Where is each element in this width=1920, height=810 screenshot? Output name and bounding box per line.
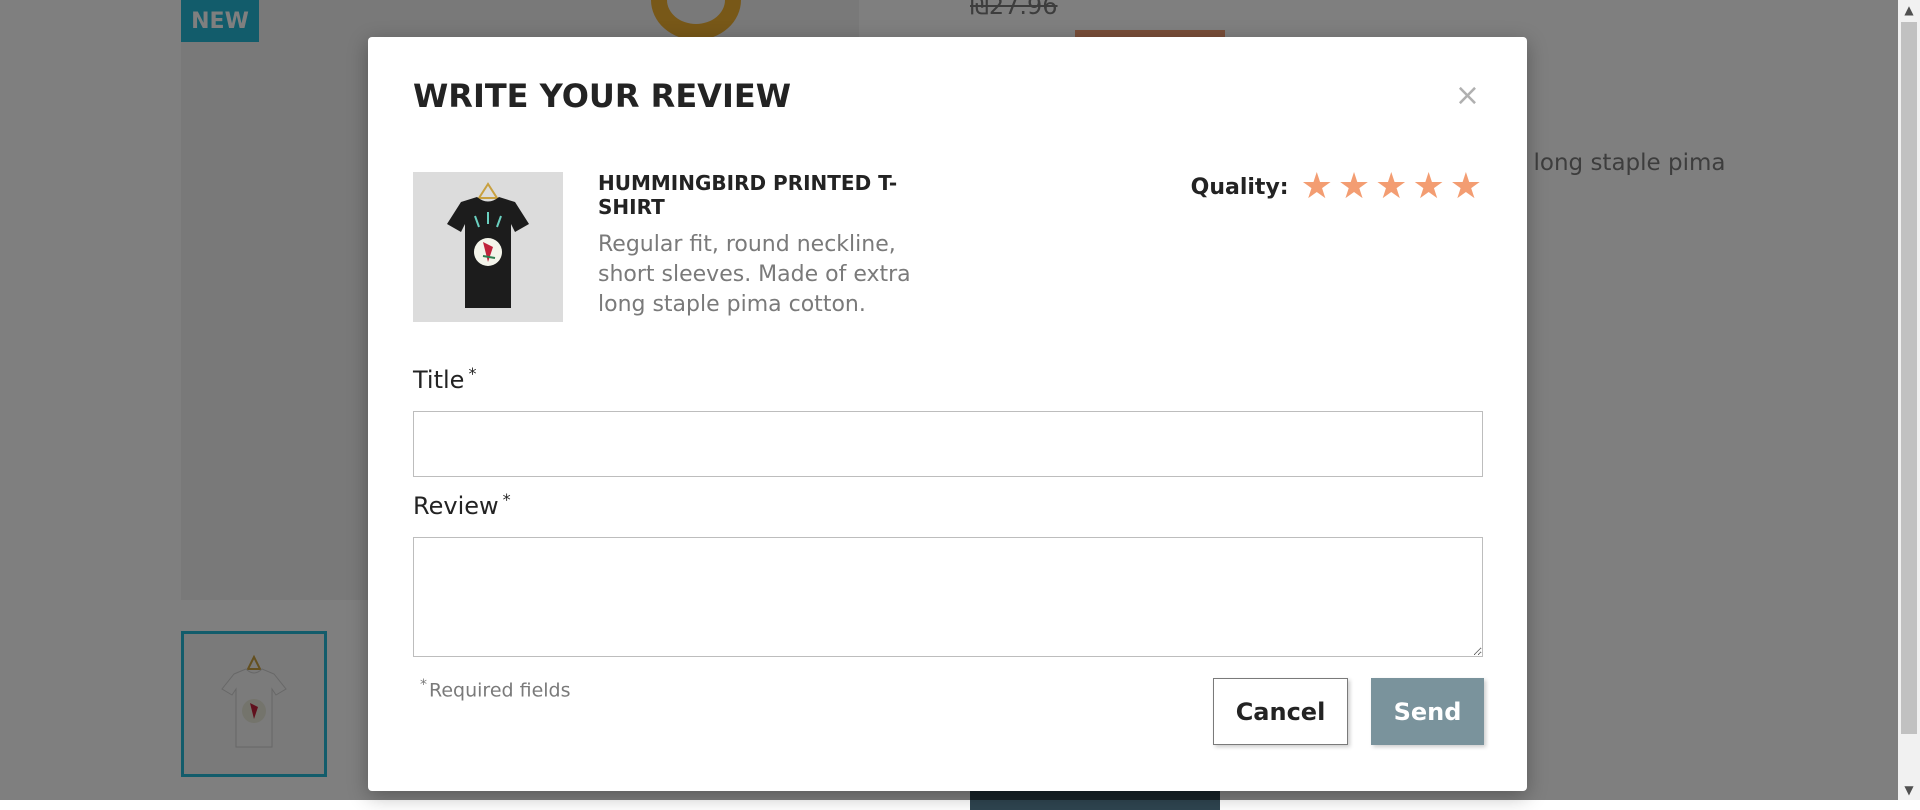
- star-icon[interactable]: ★: [1338, 169, 1370, 205]
- quality-rating: Quality: ★ ★ ★ ★ ★: [1191, 169, 1482, 205]
- review-textarea[interactable]: [413, 537, 1483, 657]
- product-image: [413, 172, 563, 322]
- quality-label: Quality:: [1190, 174, 1289, 200]
- send-button[interactable]: Send: [1371, 678, 1484, 745]
- review-label: Review *: [413, 490, 511, 520]
- modal-title: WRITE YOUR REVIEW: [413, 77, 791, 115]
- star-icon[interactable]: ★: [1412, 169, 1444, 205]
- title-input[interactable]: [413, 411, 1483, 477]
- star-icon[interactable]: ★: [1301, 169, 1333, 205]
- product-name: HUMMINGBIRD PRINTED T-SHIRT: [598, 171, 898, 219]
- star-icon[interactable]: ★: [1375, 169, 1407, 205]
- close-icon[interactable]: ×: [1455, 81, 1480, 111]
- cancel-button[interactable]: Cancel: [1213, 678, 1348, 745]
- scroll-down-arrow-icon[interactable]: ▼: [1898, 780, 1920, 800]
- black-tshirt-icon: [447, 182, 529, 308]
- star-icon[interactable]: ★: [1450, 169, 1482, 205]
- page-scrollbar[interactable]: ▲ ▼: [1898, 0, 1920, 800]
- scrollbar-thumb[interactable]: [1901, 22, 1917, 734]
- title-label: Title *: [413, 364, 477, 394]
- required-fields-note: * Required fields: [420, 677, 571, 702]
- scroll-up-arrow-icon[interactable]: ▲: [1898, 0, 1920, 20]
- star-rating[interactable]: ★ ★ ★ ★ ★: [1301, 169, 1482, 205]
- review-modal: WRITE YOUR REVIEW × HUMMINGBIRD PRINTED …: [368, 37, 1527, 791]
- product-description: Regular fit, round neckline, short sleev…: [598, 232, 911, 317]
